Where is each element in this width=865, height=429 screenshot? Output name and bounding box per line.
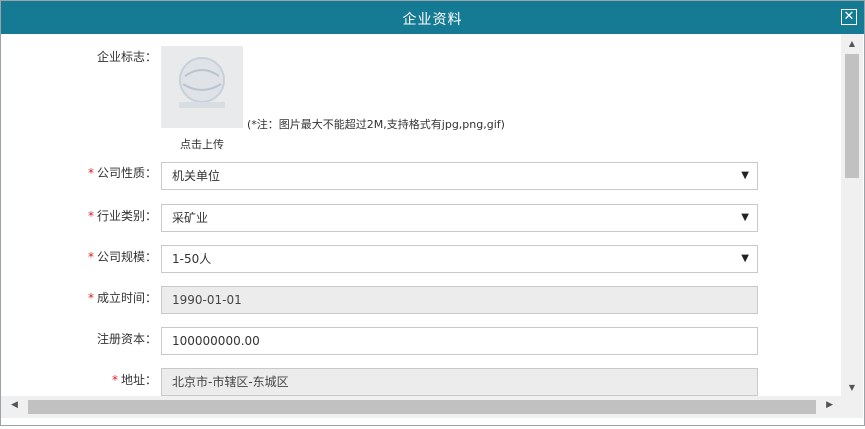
founded-date-label-text: 成立时间：: [96, 291, 157, 305]
required-mark: *: [111, 373, 118, 387]
dialog-titlebar: 企业资料 ✕: [1, 1, 864, 34]
address-label: * 地址：: [61, 371, 157, 388]
founded-date-value: 1990-01-01: [172, 293, 242, 307]
company-type-select[interactable]: 机关单位 ▼: [161, 162, 758, 190]
company-type-label: * 公司性质：: [61, 164, 157, 181]
vertical-scroll-thumb[interactable]: [845, 54, 859, 178]
dialog-title: 企业资料: [402, 12, 463, 28]
industry-value: 采矿业: [172, 211, 209, 225]
address-value: 北京市-市辖区-东城区: [172, 375, 289, 389]
scroll-right-arrow-icon[interactable]: ▶: [826, 400, 833, 410]
close-icon[interactable]: ✕: [841, 9, 857, 25]
company-size-label: * 公司规模：: [61, 248, 157, 265]
upload-button[interactable]: 点击上传: [161, 136, 243, 152]
address-field[interactable]: 北京市-市辖区-东城区: [161, 368, 758, 396]
founded-date-label: * 成立时间：: [61, 289, 157, 306]
dropdown-arrow-icon: ▼: [741, 253, 749, 264]
industry-label: * 行业类别：: [61, 207, 157, 224]
logo-placeholder-icon: [179, 57, 225, 108]
logo-label: 企业标志：: [96, 50, 157, 64]
scroll-up-arrow-icon[interactable]: ▲: [841, 39, 863, 48]
scroll-left-arrow-icon[interactable]: ◀: [11, 400, 18, 410]
company-size-value: 1-50人: [172, 252, 212, 266]
logo-image[interactable]: [161, 46, 243, 128]
scroll-down-arrow-icon[interactable]: ▼: [841, 383, 863, 392]
dropdown-arrow-icon: ▼: [741, 170, 749, 181]
company-size-label-text: 公司规模：: [96, 250, 157, 264]
required-mark: *: [87, 166, 94, 180]
required-mark: *: [87, 209, 94, 223]
horizontal-scroll-thumb[interactable]: [28, 400, 816, 414]
horizontal-scrollbar[interactable]: ◀ ▶: [1, 396, 841, 418]
registered-capital-label-text: 注册资本：: [96, 332, 157, 346]
industry-select[interactable]: 采矿业 ▼: [161, 204, 758, 232]
scrollbar-corner: [841, 396, 863, 418]
founded-date-field[interactable]: 1990-01-01: [161, 286, 758, 314]
required-mark: *: [87, 250, 94, 264]
industry-label-text: 行业类别：: [96, 209, 157, 223]
registered-capital-label: 注册资本：: [61, 330, 157, 347]
company-type-value: 机关单位: [172, 169, 221, 183]
dropdown-arrow-icon: ▼: [741, 212, 749, 223]
vertical-scrollbar[interactable]: ▲ ▼: [841, 34, 863, 396]
company-profile-dialog: 企业资料 ✕ 企业标志： (*注：图片最大不能超过2M,支持格式有jpg,png…: [0, 0, 865, 426]
registered-capital-value: 100000000.00: [172, 334, 260, 348]
required-mark: *: [87, 291, 94, 305]
address-label-text: 地址：: [120, 373, 157, 387]
logo-upload-note: (*注：图片最大不能超过2M,支持格式有jpg,png,gif): [247, 118, 505, 131]
company-size-select[interactable]: 1-50人 ▼: [161, 245, 758, 273]
company-type-label-text: 公司性质：: [96, 166, 157, 180]
registered-capital-input[interactable]: 100000000.00: [161, 327, 758, 355]
dialog-content: 企业标志： (*注：图片最大不能超过2M,支持格式有jpg,png,gif) 点…: [1, 34, 841, 396]
